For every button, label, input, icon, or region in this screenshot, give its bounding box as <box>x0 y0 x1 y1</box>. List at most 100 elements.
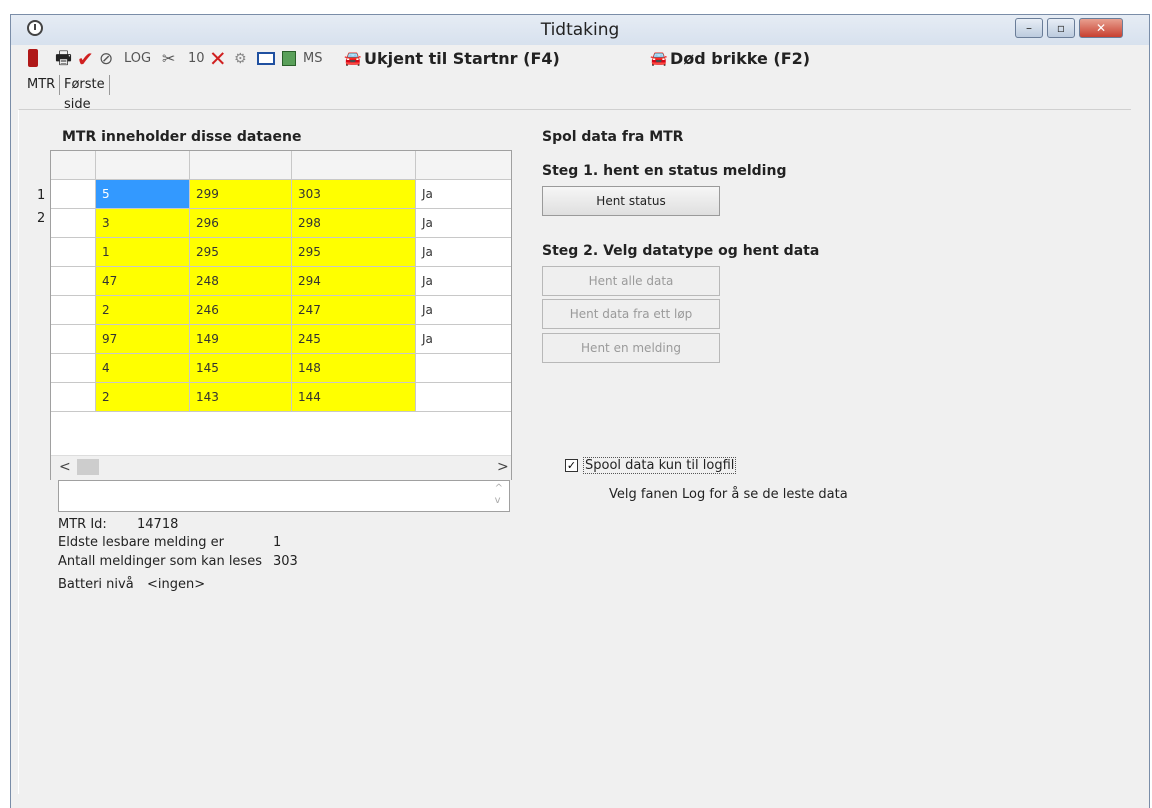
table-cell[interactable]: Ja <box>416 325 511 354</box>
table-cell[interactable]: 247 <box>292 296 416 325</box>
table-cell[interactable] <box>416 383 511 412</box>
oldest-message-value: 1 <box>273 535 282 550</box>
table-cell[interactable]: 148 <box>292 354 416 383</box>
print-icon[interactable]: 🖶 <box>55 48 72 70</box>
toolbar: 🖶 ✔ ⊘ LOG ✂ 10 ✕ ⚙ MS 🚘 Ukjent til Start… <box>11 45 1149 73</box>
table-row[interactable]: 4 145 148 <box>51 354 511 383</box>
unknown-to-start-button[interactable]: Ukjent til Startnr (F4) <box>364 48 560 70</box>
spool-checkbox[interactable]: ✓ <box>565 459 578 472</box>
hent-status-button[interactable]: Hent status <box>542 186 720 216</box>
refresh-icon[interactable] <box>282 51 296 66</box>
table-cell[interactable]: 296 <box>190 209 292 238</box>
table-cell[interactable]: 294 <box>292 267 416 296</box>
car-icon: 🚘 <box>344 51 362 67</box>
row-indicator-cell[interactable] <box>51 325 96 354</box>
hent-alle-data-button[interactable]: Hent alle data <box>542 266 720 296</box>
tab-forste-side[interactable]: Første side <box>59 75 110 112</box>
car-icon: 🚘 <box>650 51 668 67</box>
table-row[interactable]: 2 143 144 <box>51 383 511 412</box>
ten-button[interactable]: 10 <box>188 48 205 70</box>
table-row[interactable]: 3 296 298 Ja <box>51 209 511 238</box>
log-hint-text: Velg fanen Log for å se de leste data <box>609 487 848 502</box>
scroll-right-icon[interactable]: > <box>497 459 509 475</box>
table-row[interactable]: 5 299 303 Ja <box>51 180 511 209</box>
close-button[interactable]: ✕ <box>1079 18 1123 38</box>
info-memo[interactable]: ^ v <box>58 480 510 512</box>
maximize-button[interactable]: ▫ <box>1047 18 1075 38</box>
checkmark-icon[interactable]: ✔ <box>77 48 94 70</box>
table-cell[interactable]: Ja <box>416 209 511 238</box>
table-cell[interactable]: Ja <box>416 296 511 325</box>
table-cell[interactable]: 295 <box>190 238 292 267</box>
table-cell[interactable]: 295 <box>292 238 416 267</box>
header-cell[interactable] <box>292 151 416 180</box>
mtr-id-value: 14718 <box>137 517 179 532</box>
delete-icon[interactable]: ✕ <box>209 48 227 70</box>
tool-icon[interactable]: ⚙ <box>234 48 247 70</box>
table-cell[interactable]: 299 <box>190 180 292 209</box>
horizontal-scrollbar[interactable]: < > <box>51 455 511 480</box>
dead-chip-button[interactable]: Død brikke (F2) <box>670 48 810 70</box>
table-cell[interactable]: 303 <box>292 180 416 209</box>
table-cell[interactable]: 143 <box>190 383 292 412</box>
row-label-1: 1 <box>37 188 46 203</box>
spool-checkbox-label[interactable]: Spool data kun til logfil <box>583 457 737 474</box>
table-cell[interactable]: Ja <box>416 180 511 209</box>
row-indicator-cell[interactable] <box>51 180 96 209</box>
header-cell[interactable] <box>416 151 511 180</box>
battery-value: <ingen> <box>147 577 206 592</box>
header-cell[interactable] <box>96 151 190 180</box>
data-grid[interactable]: 5 299 303 Ja 3 296 298 Ja 1 295 295 Ja 47 248 294 Ja 2 24… <box>50 150 512 480</box>
title-bar: Tidtaking – ▫ ✕ <box>11 15 1149 45</box>
ms-button[interactable]: MS <box>303 48 322 70</box>
row-indicator-cell[interactable] <box>51 238 96 267</box>
battery-label: Batteri nivå <box>58 577 134 592</box>
row-indicator-cell[interactable] <box>51 209 96 238</box>
table-cell[interactable]: 3 <box>96 209 190 238</box>
table-cell[interactable]: 246 <box>190 296 292 325</box>
table-cell[interactable]: Ja <box>416 267 511 296</box>
hent-data-fra-ett-lop-button[interactable]: Hent data fra ett løp <box>542 299 720 329</box>
table-row[interactable]: 47 248 294 Ja <box>51 267 511 296</box>
header-cell <box>51 151 96 180</box>
table-cell[interactable]: 47 <box>96 267 190 296</box>
table-row[interactable]: 1 295 295 Ja <box>51 238 511 267</box>
header-cell[interactable] <box>190 151 292 180</box>
row-indicator-cell[interactable] <box>51 354 96 383</box>
table-cell[interactable]: 145 <box>190 354 292 383</box>
card-icon[interactable] <box>257 52 275 65</box>
mtr-id-label: MTR Id: <box>58 517 107 532</box>
row-indicator-cell[interactable] <box>51 296 96 325</box>
tab-mtr[interactable]: MTR <box>23 75 60 95</box>
grid-header-row <box>51 151 511 180</box>
table-cell[interactable]: 1 <box>96 238 190 267</box>
step2-heading: Steg 2. Velg datatype og hent data <box>542 243 820 259</box>
scissors-icon[interactable]: ✂ <box>162 48 175 70</box>
table-cell[interactable]: Ja <box>416 238 511 267</box>
table-cell[interactable]: 4 <box>96 354 190 383</box>
cancel-icon[interactable]: ⊘ <box>99 48 113 70</box>
table-cell[interactable]: 144 <box>292 383 416 412</box>
table-cell[interactable]: 298 <box>292 209 416 238</box>
table-cell[interactable]: 248 <box>190 267 292 296</box>
scroll-thumb[interactable] <box>77 459 99 475</box>
device-icon[interactable] <box>28 49 38 67</box>
memo-scroll-icon[interactable]: ^ v <box>495 483 503 507</box>
minimize-button[interactable]: – <box>1015 18 1043 38</box>
table-cell[interactable]: 2 <box>96 296 190 325</box>
scroll-left-icon[interactable]: < <box>59 459 71 475</box>
table-cell[interactable] <box>416 354 511 383</box>
window-title: Tidtaking <box>540 20 620 40</box>
table-cell[interactable]: 5 <box>96 180 190 209</box>
table-cell[interactable]: 2 <box>96 383 190 412</box>
hent-en-melding-button[interactable]: Hent en melding <box>542 333 720 363</box>
row-label-2: 2 <box>37 211 46 226</box>
table-cell[interactable]: 245 <box>292 325 416 354</box>
log-button[interactable]: LOG <box>124 48 151 70</box>
table-row[interactable]: 2 246 247 Ja <box>51 296 511 325</box>
table-cell[interactable]: 149 <box>190 325 292 354</box>
row-indicator-cell[interactable] <box>51 383 96 412</box>
row-indicator-cell[interactable] <box>51 267 96 296</box>
table-row[interactable]: 97 149 245 Ja <box>51 325 511 354</box>
table-cell[interactable]: 97 <box>96 325 190 354</box>
